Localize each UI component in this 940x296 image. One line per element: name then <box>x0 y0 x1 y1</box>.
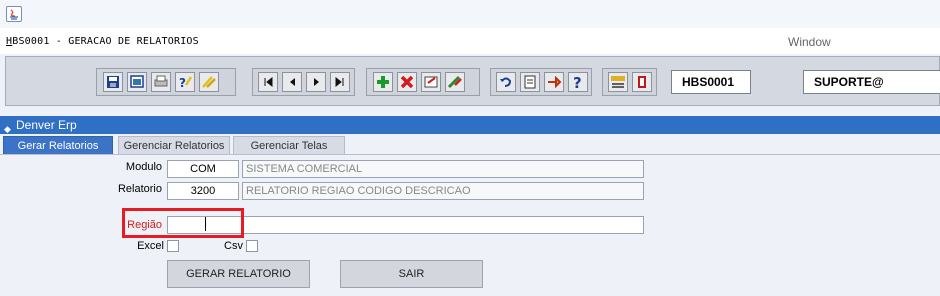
toolbar-group-edit: ? <box>96 68 236 96</box>
toolbar: ? ? HBS0001 SUPORTE@ <box>5 56 940 106</box>
tab-gerar-relatorios[interactable]: Gerar Relatorios <box>3 136 113 154</box>
clear-record-icon[interactable] <box>421 72 441 92</box>
query-icon[interactable]: ? <box>175 72 195 92</box>
help-icon[interactable]: ? <box>568 72 588 92</box>
form-caption: HBS0001 - GERACAO DE RELATORIOS <box>6 36 199 47</box>
title-bar <box>0 0 940 28</box>
undo-icon[interactable] <box>496 72 516 92</box>
panel-title: Denver Erp <box>16 118 77 132</box>
toolbar-group-exit <box>602 68 657 96</box>
execute-query-icon[interactable] <box>199 72 219 92</box>
clear-form-icon[interactable] <box>445 72 465 92</box>
insert-record-icon[interactable] <box>373 72 393 92</box>
first-record-icon[interactable] <box>258 72 278 92</box>
edit-icon[interactable] <box>520 72 540 92</box>
exit-icon[interactable] <box>632 72 652 92</box>
relatorio-code-field[interactable]: 3200 <box>167 182 239 200</box>
toolbar-group-misc: ? <box>490 68 592 96</box>
csv-checkbox[interactable] <box>246 240 258 252</box>
tab-gerenciar-relatorios[interactable]: Gerenciar Relatorios <box>118 136 230 154</box>
modulo-code-field[interactable]: COM <box>167 160 239 178</box>
toolbar-group-nav <box>252 68 355 96</box>
print-icon[interactable] <box>151 72 171 92</box>
menu-icon[interactable] <box>608 72 628 92</box>
svg-text:?: ? <box>179 76 186 90</box>
excel-checkbox[interactable] <box>167 240 179 252</box>
excel-label: Excel <box>137 240 164 252</box>
exit-button[interactable]: SAIR <box>340 260 483 288</box>
modulo-label: Modulo <box>125 161 162 173</box>
window-icon[interactable] <box>127 72 147 92</box>
list-values-icon[interactable] <box>544 72 564 92</box>
highlight-box <box>122 208 244 238</box>
tab-strip: Gerar Relatorios Gerenciar Relatorios Ge… <box>0 134 940 154</box>
modulo-desc-field: SISTEMA COMERCIAL <box>242 160 644 178</box>
save-icon[interactable] <box>103 72 123 92</box>
previous-record-icon[interactable] <box>282 72 302 92</box>
last-record-icon[interactable] <box>330 72 350 92</box>
relatorio-label: Relatorio <box>117 183 162 195</box>
tab-gerenciar-telas[interactable]: Gerenciar Telas <box>233 136 345 154</box>
delete-record-icon[interactable] <box>397 72 417 92</box>
svg-text:?: ? <box>573 74 582 91</box>
panel-title-bar: ◆ Denver Erp <box>0 116 940 134</box>
next-record-icon[interactable] <box>306 72 326 92</box>
window-menu[interactable]: Window <box>788 35 831 49</box>
generate-report-button[interactable]: GERAR RELATORIO <box>167 260 310 288</box>
user-box: SUPORTE@ <box>803 70 940 94</box>
form-code-box: HBS0001 <box>671 70 751 94</box>
csv-label: Csv <box>224 240 243 252</box>
relatorio-desc-field: RELATORIO REGIAO CODIGO DESCRICAO <box>242 182 644 200</box>
toolbar-group-records <box>366 68 480 96</box>
java-app-icon <box>6 6 22 22</box>
